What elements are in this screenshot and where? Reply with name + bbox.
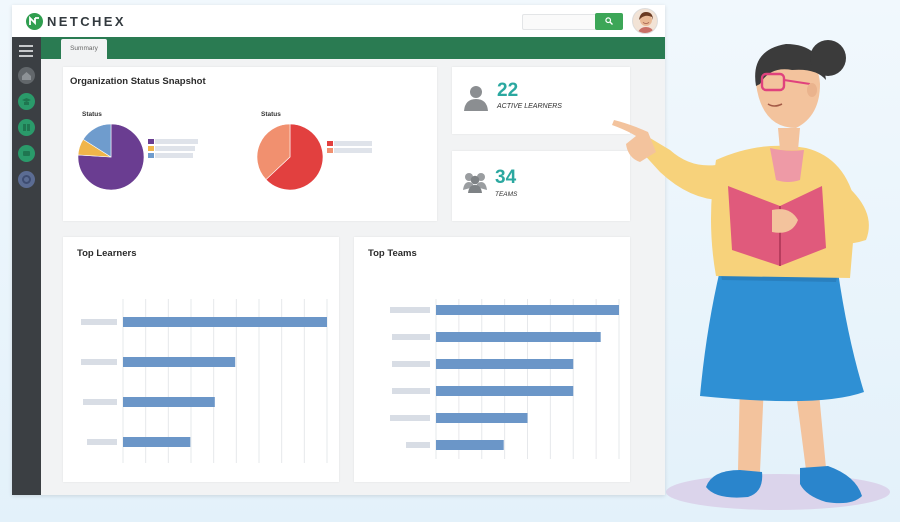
teacher-illustration <box>612 40 890 510</box>
